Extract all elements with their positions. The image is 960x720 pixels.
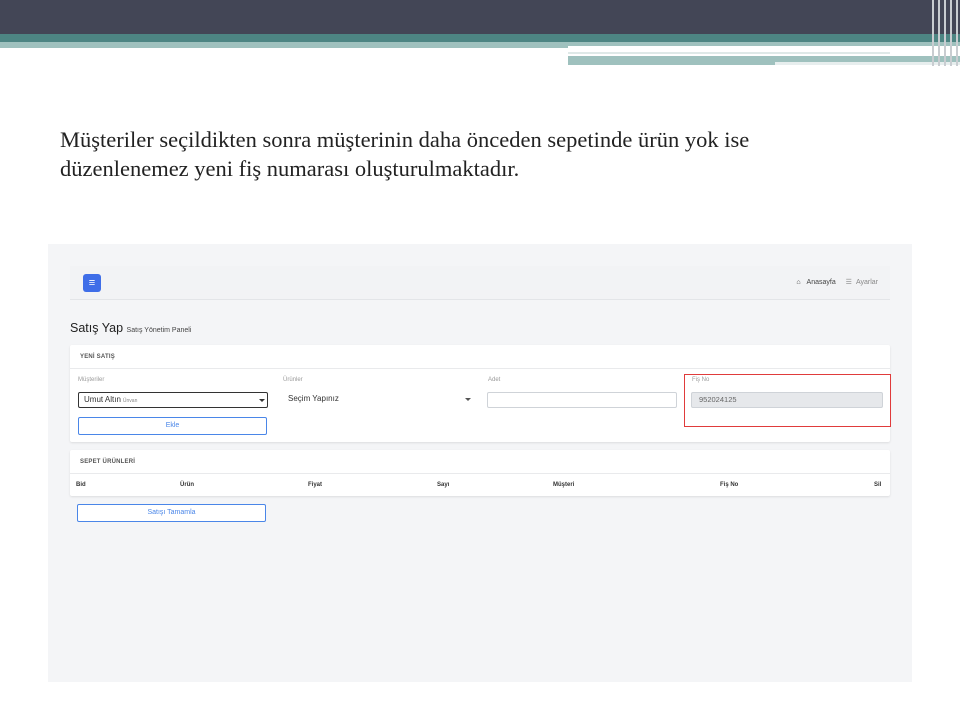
slide-header-bar [0,0,960,34]
column-header: Sil [874,482,882,488]
nav-links: ⌂ Anasayfa ☰ Ayarlar [788,278,878,286]
receipt-highlight-box [684,374,891,427]
slide-caption: Müşteriler seçildikten sonra müşterinin … [60,125,920,183]
quantity-label: Adet [488,377,501,383]
slide-header-accent [0,34,960,42]
top-navbar: ≡ ⌂ Anasayfa ☰ Ayarlar [70,266,890,300]
product-value: Seçim Yapınız [288,394,339,403]
customer-value: Umut Altın [84,395,121,404]
customer-select[interactable]: Umut Altın Ünvan [78,392,268,408]
slide-header-line [568,52,890,54]
slide-header-stripe [568,42,960,46]
cart-card: SEPET ÜRÜNLERİ Bid Ürün Fiyat Sayı Müşte… [70,450,890,496]
slide-header-stripe [0,42,568,48]
column-header: Sayı [437,482,450,488]
nav-settings-link[interactable]: ☰ Ayarlar [842,279,878,286]
caption-line: Müşteriler seçildikten sonra müşterinin … [60,127,750,152]
slide-header-stripes [930,0,960,66]
nav-home-label: Anasayfa [806,279,836,286]
product-label: Ürünler [283,377,303,383]
page-subtitle: Satış Yönetim Paneli [126,327,192,334]
quantity-input[interactable] [487,392,677,408]
chevron-down-icon [259,399,265,402]
nav-home-link[interactable]: ⌂ Anasayfa [792,279,835,286]
hamburger-icon[interactable]: ≡ [83,274,101,292]
new-sale-header: YENİ SATIŞ [70,345,890,369]
chevron-down-icon [465,398,471,401]
customer-label: Müşteriler [78,377,105,383]
page-title: Satış Yap Satış Yönetim Paneli [70,321,191,335]
column-header: Fiş No [720,482,739,488]
add-button[interactable]: Ekle [78,417,267,435]
column-header: Müşteri [553,482,575,488]
column-header: Ürün [180,482,194,488]
nav-settings-label: Ayarlar [855,279,878,286]
app-screenshot: ≡ ⌂ Anasayfa ☰ Ayarlar Satış Yap Satış Yö… [48,244,912,682]
product-select[interactable]: Seçim Yapınız [283,392,473,408]
home-icon: ⌂ [796,279,801,286]
column-header: Bid [76,482,86,488]
cart-header: SEPET ÜRÜNLERİ [70,450,890,474]
column-header: Fiyat [308,482,323,488]
caption-line: düzenlenemez yeni fiş numarası oluşturul… [60,156,520,181]
customer-value-suffix: Ünvan [122,398,138,404]
complete-sale-button[interactable]: Satışı Tamamla [77,504,266,522]
page-title-text: Satış Yap [70,321,124,335]
list-icon: ☰ [845,279,852,286]
